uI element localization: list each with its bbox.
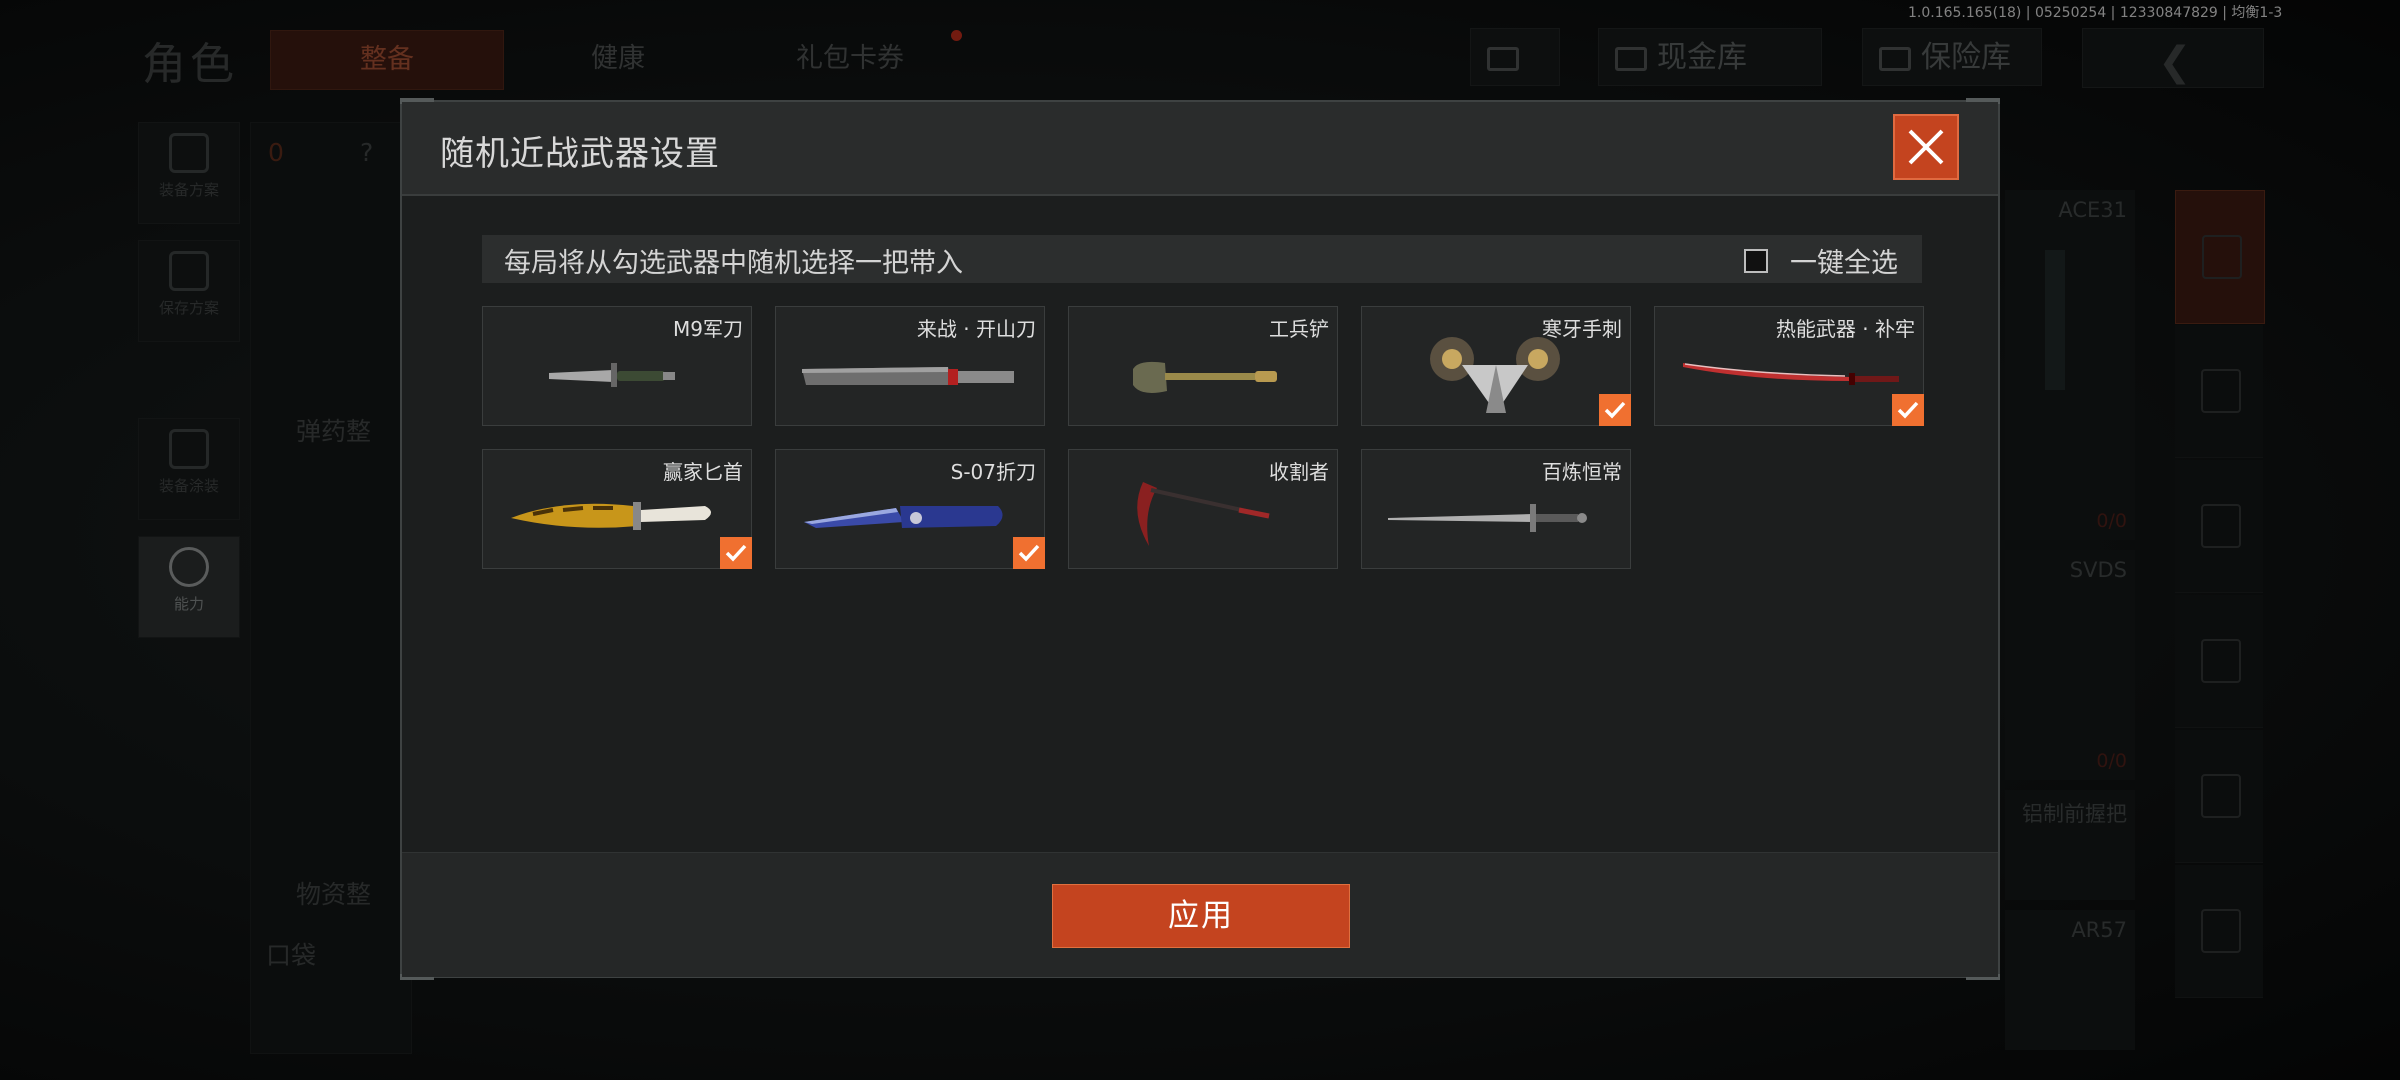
checkmark-icon (725, 544, 747, 562)
select-all-label: 一键全选 (1790, 248, 1898, 279)
weapon-card-winner-dagger[interactable]: 赢家匕首 (482, 449, 752, 569)
weapon-card-hundred-forged[interactable]: 百炼恒常 (1361, 449, 1631, 569)
select-all-checkbox[interactable] (1744, 248, 1768, 273)
random-melee-dialog: 随机近战武器设置 每局将从勾选武器中随机选择一把带入 一键全选 M9军刀 来战 … (400, 98, 2000, 980)
folding-knife-icon (804, 506, 1003, 528)
katana-icon (1683, 363, 1899, 385)
machete-icon (802, 367, 1014, 385)
dialog-footer: 应用 (402, 852, 1998, 977)
scythe-icon (1137, 482, 1270, 546)
apply-button[interactable]: 应用 (1052, 884, 1350, 948)
checked-indicator[interactable] (1599, 394, 1631, 426)
weapon-card-m9[interactable]: M9军刀 (482, 306, 752, 426)
weapon-card-frost-fang[interactable]: 寒牙手刺 (1361, 306, 1631, 426)
close-icon (1908, 129, 1944, 165)
shovel-icon (1133, 361, 1277, 393)
checked-indicator[interactable] (1013, 537, 1045, 569)
weapon-card-thermal[interactable]: 热能武器 · 补牢 (1654, 306, 1924, 426)
select-all-toggle[interactable]: 一键全选 (1744, 241, 1898, 280)
weapon-card-reaper[interactable]: 收割者 (1068, 449, 1338, 569)
knife-icon (549, 363, 675, 387)
close-button[interactable] (1893, 114, 1959, 180)
weapon-card-s07[interactable]: S-07折刀 (775, 449, 1045, 569)
checked-indicator[interactable] (720, 537, 752, 569)
weapon-card-shovel[interactable]: 工兵铲 (1068, 306, 1338, 426)
dialog-header: 随机近战武器设置 (402, 102, 1998, 196)
dialog-title: 随机近战武器设置 (440, 134, 720, 174)
sword-icon (1388, 504, 1587, 532)
checkmark-icon (1604, 401, 1626, 419)
checked-indicator[interactable] (1892, 394, 1924, 426)
weapon-card-machete[interactable]: 来战 · 开山刀 (775, 306, 1045, 426)
claw-dagger-icon (1430, 337, 1560, 413)
notice-bar: 每局将从勾选武器中随机选择一把带入 一键全选 (482, 235, 1922, 283)
dagger-icon (511, 502, 711, 530)
notice-text: 每局将从勾选武器中随机选择一把带入 (504, 248, 963, 279)
checkmark-icon (1897, 401, 1919, 419)
checkmark-icon (1018, 544, 1040, 562)
